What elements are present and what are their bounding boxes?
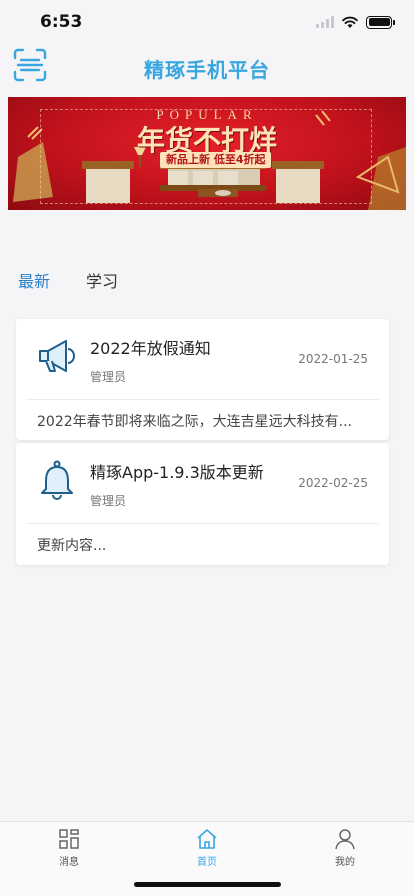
- notice-title: 精琢App-1.9.3版本更新: [90, 463, 264, 482]
- notice-excerpt: 更新内容...: [37, 538, 107, 554]
- notice-excerpt: 2022年春节即将来临之际，大连吉星远大科技有...: [37, 414, 352, 430]
- notice-author: 管理员: [90, 370, 127, 384]
- megaphone-icon: [39, 340, 75, 372]
- tabbar-item-messages[interactable]: 消息: [29, 828, 109, 868]
- notice-author: 管理员: [90, 494, 127, 508]
- battery-icon: [366, 15, 395, 29]
- signal-icon: [316, 16, 334, 28]
- tabbar-item-home[interactable]: 首页: [167, 828, 247, 868]
- tabbar-label: 我的: [335, 857, 355, 868]
- notice-title: 2022年放假通知: [90, 339, 211, 358]
- status-icons: [316, 14, 395, 30]
- nav-bar: 精琢手机平台: [0, 44, 414, 88]
- home-indicator: [134, 882, 281, 887]
- banner-subline: 新品上新 低至4折起: [160, 152, 272, 168]
- notice-date: 2022-01-25: [298, 352, 368, 366]
- tabbar-label: 消息: [59, 857, 79, 868]
- home-icon: [197, 829, 217, 849]
- bell-icon: [41, 460, 73, 500]
- wifi-icon: [342, 16, 358, 28]
- notice-card[interactable]: 精琢App-1.9.3版本更新 管理员 2022-02-25 更新内容...: [16, 443, 389, 565]
- content-tabs: 最新 学习: [0, 262, 414, 294]
- tab-latest[interactable]: 最新: [18, 268, 50, 292]
- grid-icon: [59, 829, 79, 849]
- card-divider: [26, 523, 379, 524]
- promo-banner[interactable]: POPULAR 年货不打烊 新品上新 低至4折起: [8, 97, 406, 210]
- user-icon: [335, 829, 355, 850]
- page-title: 精琢手机平台: [144, 58, 270, 82]
- card-divider: [26, 399, 379, 400]
- notice-date: 2022-02-25: [298, 476, 368, 490]
- status-time: 6:53: [40, 12, 83, 32]
- status-bar: 6:53: [0, 0, 414, 44]
- tab-study[interactable]: 学习: [86, 268, 118, 292]
- tabbar-item-mine[interactable]: 我的: [305, 828, 385, 868]
- tabbar-label: 首页: [197, 857, 217, 868]
- notice-card[interactable]: 2022年放假通知 管理员 2022-01-25 2022年春节即将来临之际，大…: [16, 319, 389, 440]
